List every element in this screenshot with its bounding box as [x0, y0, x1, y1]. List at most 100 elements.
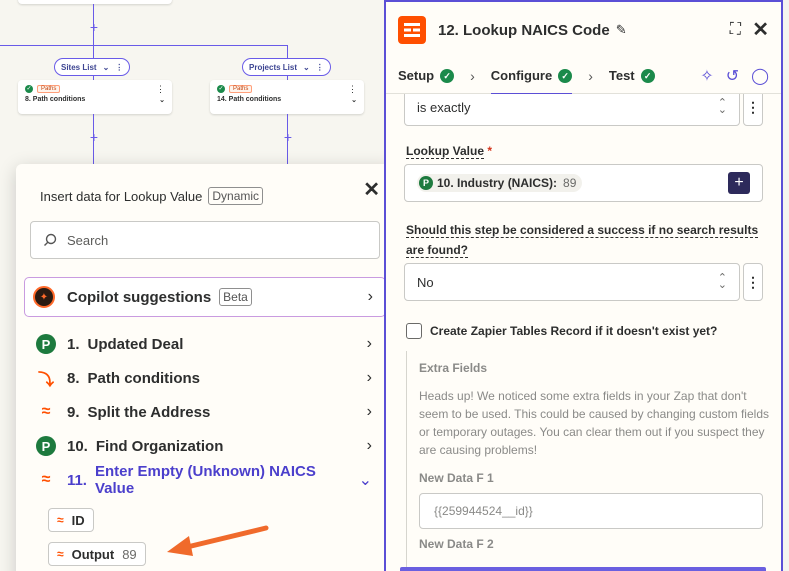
updown-icon: ⌃ ⌄ [717, 97, 727, 116]
panel-body: is exactly ⌃ ⌄ ⋮ Lookup Value * P 10. Ind… [386, 94, 782, 571]
lookup-value-field[interactable]: P 10. Industry (NAICS): 89 + [404, 164, 763, 202]
required-mark: * [487, 144, 493, 158]
add-step-icon[interactable]: + [87, 130, 101, 144]
step-card-title: 8. Path conditions [25, 96, 86, 103]
extra-field-label: New Data F 1 [419, 471, 494, 485]
create-record-checkbox[interactable] [406, 323, 422, 339]
create-record-checkbox-row[interactable]: Create Zapier Tables Record if it doesn'… [406, 323, 717, 339]
popup-title: Insert data for Lookup Value Dynamic [40, 187, 264, 205]
step-number: 11. [66, 471, 87, 489]
tab-label: Setup [398, 68, 435, 83]
canvas-step-card[interactable]: ✓ Paths 8. Path conditions ⌄ ⋮ [18, 80, 172, 114]
step-item-path-conditions[interactable]: ⤵ 8. Path conditions › [36, 365, 372, 391]
step-name: Path conditions [87, 369, 201, 387]
extra-field-value: {{259944524__id}} [434, 504, 533, 518]
insert-data-button[interactable]: + [728, 172, 750, 194]
extra-field-input[interactable]: {{259944524__id}} [419, 493, 763, 529]
formatter-icon: ≈ [57, 513, 64, 527]
field-chip-output[interactable]: ≈ Output 89 [48, 542, 146, 566]
step-item-find-organization[interactable]: P 10. Find Organization › [36, 433, 372, 459]
check-icon: ✓ [25, 85, 33, 93]
step-name: Updated Deal [87, 335, 184, 353]
chevron-down-icon: ⌄ [159, 97, 165, 104]
step-tabs: Setup ✓ › Configure ✓ › Test ✓ ✧ ↺ ◯ [386, 58, 781, 95]
lookup-value-label: Lookup Value * [406, 144, 493, 159]
step-card-title: 14. Path conditions [217, 96, 282, 103]
expand-icon[interactable]: ⛶ [730, 21, 741, 39]
step-name: Split the Address [87, 403, 211, 421]
chevron-right-icon: › [470, 67, 475, 84]
success-select[interactable]: No ⌃ ⌄ [404, 263, 740, 301]
branch-label: Sites List [61, 62, 97, 72]
chevron-down-icon: ⌄ [358, 472, 372, 489]
success-question-label: Should this step be considered a success… [406, 220, 762, 260]
connector-line [287, 45, 288, 59]
paths-chip: Paths [37, 85, 61, 93]
field-options-button[interactable]: ⋮ [743, 94, 763, 126]
branch-pill-projects-list[interactable]: Projects List ⌄ ⋮ [242, 58, 331, 76]
copilot-label: Copilot suggestions [67, 288, 212, 306]
search-box[interactable] [30, 221, 380, 259]
popup-title-text: Insert data for Lookup Value [40, 188, 203, 204]
paths-chip: Paths [229, 85, 253, 93]
field-chip-id[interactable]: ≈ ID [48, 508, 94, 532]
chevron-down-icon: ⌄ [351, 97, 357, 104]
question-text: Should this step be considered a success… [406, 223, 759, 258]
tab-setup[interactable]: Setup ✓ [398, 58, 455, 94]
tab-configure[interactable]: Configure ✓ [490, 58, 573, 95]
field-options-button[interactable]: ⋮ [743, 263, 763, 301]
step-item-updated-deal[interactable]: P 1. Updated Deal › [36, 331, 372, 357]
beta-badge: Beta [219, 288, 252, 306]
kebab-icon[interactable]: ⋮ [156, 84, 165, 95]
field-value: 89 [122, 546, 137, 562]
canvas-step-card[interactable]: ✓ Paths 14. Path conditions ⌄ ⋮ [210, 80, 364, 114]
chevron-right-icon: › [588, 67, 593, 84]
add-step-icon[interactable]: + [281, 130, 295, 144]
extra-fields-title: Extra Fields [419, 361, 488, 375]
chevron-right-icon: › [367, 288, 373, 305]
undo-icon[interactable]: ↺ [726, 66, 739, 86]
checkbox-label: Create Zapier Tables Record if it doesn'… [430, 324, 718, 338]
operator-select[interactable]: is exactly ⌃ ⌄ [404, 94, 740, 126]
step-editor-panel: 12. Lookup NAICS Code ✎ ⛶ ✕ Setup ✓ › Co… [384, 0, 783, 571]
step-number: 8. [67, 369, 80, 387]
pipedrive-icon: P [36, 436, 56, 456]
search-input[interactable] [67, 232, 347, 248]
chevron-right-icon: › [366, 437, 372, 454]
copilot-icon: ✦ [33, 286, 55, 308]
close-icon[interactable]: ✕ [363, 177, 380, 202]
extra-fields-section: Extra Fields Heads up! We noticed some e… [406, 351, 776, 571]
tab-test[interactable]: Test ✓ [609, 58, 655, 94]
panel-header: 12. Lookup NAICS Code ✎ ⛶ ✕ [386, 2, 781, 58]
formatter-icon: ≈ [41, 403, 51, 420]
kebab-icon[interactable]: ⋮ [348, 84, 357, 95]
branch-label: Projects List [249, 62, 298, 72]
pencil-icon[interactable]: ✎ [616, 22, 627, 38]
pipedrive-icon: P [419, 176, 433, 190]
connector-line [93, 45, 94, 59]
chat-icon[interactable]: ◯ [751, 66, 769, 86]
step-number: 1. [67, 335, 80, 353]
step-item-split-the-address[interactable]: ≈ 9. Split the Address › [36, 399, 372, 425]
branch-pill-sites-list[interactable]: Sites List ⌄ ⋮ [54, 58, 131, 76]
data-token[interactable]: P 10. Industry (NAICS): 89 [417, 174, 583, 192]
token-value: 89 [563, 176, 577, 190]
close-icon[interactable]: ✕ [752, 17, 769, 42]
field-label: ID [71, 512, 85, 528]
continue-button[interactable] [400, 567, 766, 571]
path-icon: ⤵ [37, 372, 54, 389]
step-item-enter-empty-naics[interactable]: ≈ 11. Enter Empty (Unknown) NAICS Value … [36, 463, 372, 497]
previous-step-card[interactable] [18, 0, 172, 4]
step-name: Enter Empty (Unknown) NAICS Value [94, 463, 316, 497]
updown-icon: ⌃ ⌄ [717, 272, 727, 291]
select-value: No [417, 274, 434, 290]
lookup-value-label-text: Lookup Value [406, 144, 485, 159]
copilot-suggestions-row[interactable]: ✦ Copilot suggestions Beta › [24, 277, 386, 317]
tab-toolbar: ✧ ↺ ◯ [700, 66, 769, 86]
panel-title: 12. Lookup NAICS Code [438, 21, 610, 39]
formatter-icon: ≈ [41, 471, 51, 488]
chevron-down-icon: ⌄ [303, 62, 310, 72]
add-step-icon[interactable]: + [87, 20, 101, 34]
sparkle-icon[interactable]: ✧ [700, 66, 713, 86]
dynamic-badge: Dynamic [208, 187, 264, 205]
